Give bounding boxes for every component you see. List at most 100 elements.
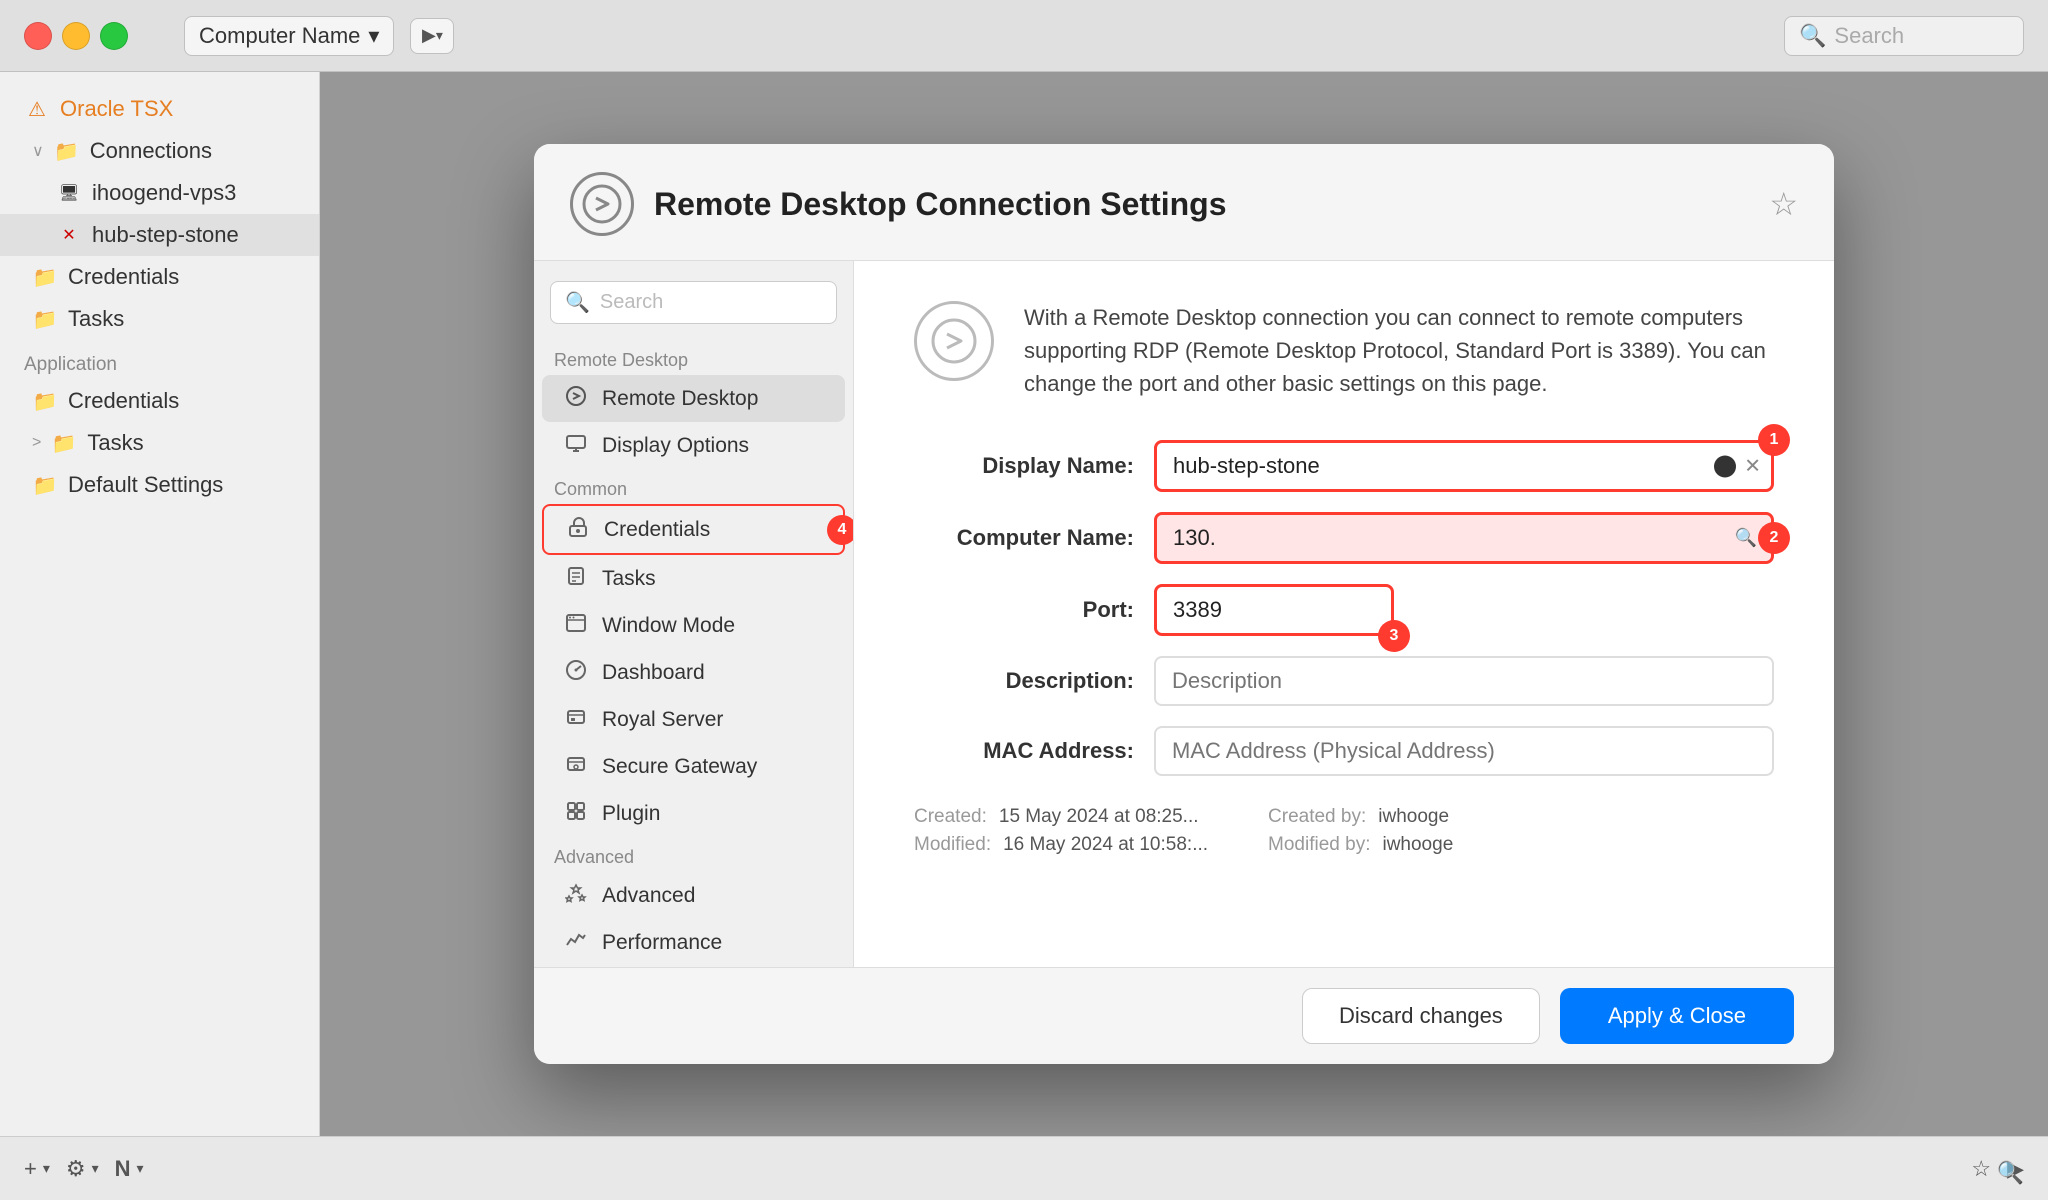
search-icon: 🔍 bbox=[1799, 23, 1826, 49]
display-options-icon bbox=[562, 432, 590, 459]
advanced-icon bbox=[562, 882, 590, 909]
secure-gateway-icon bbox=[562, 753, 590, 780]
modal-search-bar[interactable]: 🔍 Search bbox=[550, 281, 837, 324]
folder-icon: 📁 bbox=[32, 265, 58, 290]
sidebar-item-default-settings[interactable]: 📁 Default Settings bbox=[0, 464, 319, 506]
rdp-nav-icon bbox=[562, 385, 590, 412]
nav-item-dashboard[interactable]: Dashboard bbox=[542, 649, 845, 696]
sidebar-item-connections[interactable]: ∨ 📁 Connections bbox=[0, 130, 319, 172]
modified-label: Modified: bbox=[914, 834, 991, 856]
nav-label-advanced: Advanced bbox=[602, 884, 695, 908]
sidebar-item-tasks[interactable]: 📁 Tasks bbox=[0, 298, 319, 340]
nav-label-performance: Performance bbox=[602, 931, 722, 955]
modal-header: Remote Desktop Connection Settings ☆ bbox=[534, 144, 1834, 261]
modal-dialog: Remote Desktop Connection Settings ☆ 🔍 S… bbox=[534, 144, 1834, 1064]
traffic-lights bbox=[24, 22, 128, 50]
nav-item-credentials[interactable]: Credentials 4 bbox=[542, 504, 845, 555]
port-input[interactable] bbox=[1157, 587, 1391, 633]
tasks-icon bbox=[562, 565, 590, 592]
nav-label-display-options: Display Options bbox=[602, 434, 749, 458]
nav-item-redirection[interactable]: Redirection bbox=[542, 966, 845, 967]
sidebar-item-credentials-app[interactable]: 📁 Credentials bbox=[0, 380, 319, 422]
nav-item-display-options[interactable]: Display Options bbox=[542, 422, 845, 469]
sidebar-item-tasks-app[interactable]: > 📁 Tasks bbox=[0, 422, 319, 464]
chevron-icon: > bbox=[32, 434, 41, 452]
bottom-toolbar: + ▾ ⚙ ▾ N ▾ ☆ ▶ 🔍 bbox=[0, 1136, 2048, 1200]
chevron-down-icon: ▾ bbox=[436, 27, 443, 44]
discard-button[interactable]: Discard changes bbox=[1302, 988, 1540, 1044]
chevron-icon: ∨ bbox=[32, 141, 44, 161]
add-button[interactable]: + ▾ bbox=[24, 1156, 50, 1182]
nav-item-secure-gateway[interactable]: Secure Gateway bbox=[542, 743, 845, 790]
sidebar-label-oracle-tsx: Oracle TSX bbox=[60, 96, 173, 122]
created-by-value: iwhooge bbox=[1378, 806, 1449, 828]
minimize-button[interactable] bbox=[62, 22, 90, 50]
nav-item-remote-desktop[interactable]: Remote Desktop bbox=[542, 375, 845, 422]
modal-main-content: With a Remote Desktop connection you can… bbox=[854, 261, 1834, 967]
modal-title: Remote Desktop Connection Settings bbox=[654, 186, 1749, 223]
display-name-input[interactable] bbox=[1157, 443, 1771, 489]
royal-server-icon bbox=[562, 706, 590, 733]
description-label: Description: bbox=[914, 668, 1134, 694]
meta-created-col: Created: 15 May 2024 at 08:25... Modifie… bbox=[914, 806, 1208, 856]
port-row: Port: 3 bbox=[914, 584, 1774, 636]
modal-overlay: Remote Desktop Connection Settings ☆ 🔍 S… bbox=[320, 72, 2048, 1136]
bottom-search-button[interactable]: 🔍 bbox=[1997, 1160, 2024, 1186]
main-layout: ⚠ Oracle TSX ∨ 📁 Connections 🖥 ihoogend-… bbox=[0, 72, 2048, 1136]
sidebar-item-hub-step-stone[interactable]: ✕ hub-step-stone bbox=[0, 214, 319, 256]
description-row: Description: bbox=[914, 656, 1774, 706]
computer-name-dropdown[interactable]: Computer Name ▾ bbox=[184, 16, 394, 56]
computer-name-input[interactable] bbox=[1157, 515, 1771, 561]
settings-button[interactable]: ⚙ ▾ bbox=[66, 1156, 99, 1182]
sidebar-item-ihoogend-vps3[interactable]: 🖥 ihoogend-vps3 bbox=[0, 172, 319, 214]
maximize-button[interactable] bbox=[100, 22, 128, 50]
search-bar[interactable]: 🔍 Search bbox=[1784, 16, 2024, 56]
nav-item-tasks[interactable]: Tasks bbox=[542, 555, 845, 602]
play-button[interactable]: ▶ ▾ bbox=[410, 18, 454, 54]
description-input-wrap bbox=[1154, 656, 1774, 706]
modified-value: 16 May 2024 at 10:58:... bbox=[1003, 834, 1208, 856]
search-icon: 🔍 bbox=[1735, 528, 1757, 549]
chevron-down-icon: ▾ bbox=[368, 23, 379, 49]
meta-created: Created: 15 May 2024 at 08:25... bbox=[914, 806, 1208, 828]
nav-label-secure-gateway: Secure Gateway bbox=[602, 755, 757, 779]
sidebar-label-hub: hub-step-stone bbox=[92, 222, 239, 248]
nav-item-performance[interactable]: Performance bbox=[542, 919, 845, 966]
star-button[interactable]: ☆ bbox=[1971, 1156, 1991, 1182]
modal-rdp-icon bbox=[570, 172, 634, 236]
port-input-wrap: 3 bbox=[1154, 584, 1394, 636]
warning-icon: ⚠ bbox=[24, 97, 50, 122]
app-window: Computer Name ▾ ▶ ▾ 🔍 Search ⚠ Oracle TS… bbox=[0, 0, 2048, 1200]
created-value: 15 May 2024 at 08:25... bbox=[999, 806, 1199, 828]
badge-3: 3 bbox=[1378, 620, 1410, 652]
nav-item-plugin[interactable]: Plugin bbox=[542, 790, 845, 837]
meta-modified-by: Modified by: iwhooge bbox=[1268, 834, 1453, 856]
input-actions: ✕ bbox=[1714, 454, 1761, 479]
star-icon[interactable]: ☆ bbox=[1769, 185, 1798, 223]
remote-desktop-section-label: Remote Desktop bbox=[534, 340, 853, 375]
modified-by-value: iwhooge bbox=[1382, 834, 1453, 856]
apply-close-button[interactable]: Apply & Close bbox=[1560, 988, 1794, 1044]
description-input[interactable] bbox=[1154, 656, 1774, 706]
close-button[interactable] bbox=[24, 22, 52, 50]
meta-by-col: Created by: iwhooge Modified by: iwhooge bbox=[1268, 806, 1453, 856]
sidebar-item-credentials[interactable]: 📁 Credentials bbox=[0, 256, 319, 298]
form-section: Display Name: ✕ bbox=[914, 440, 1774, 776]
gear-icon: ⚙ bbox=[66, 1156, 86, 1182]
badge-1: 1 bbox=[1758, 424, 1790, 456]
sidebar-item-oracle-tsx[interactable]: ⚠ Oracle TSX bbox=[0, 88, 319, 130]
meta-section: Created: 15 May 2024 at 08:25... Modifie… bbox=[914, 806, 1774, 856]
folder-icon: 📁 bbox=[32, 389, 58, 414]
search-icon: 🔍 bbox=[1997, 1160, 2024, 1186]
nav-label-tasks: Tasks bbox=[602, 567, 656, 591]
n-button[interactable]: N ▾ bbox=[115, 1156, 144, 1182]
nav-item-royal-server[interactable]: Royal Server bbox=[542, 696, 845, 743]
clear-icon[interactable]: ✕ bbox=[1744, 454, 1761, 479]
nav-item-window-mode[interactable]: Window Mode bbox=[542, 602, 845, 649]
mac-address-input[interactable] bbox=[1154, 726, 1774, 776]
nav-label-royal-server: Royal Server bbox=[602, 708, 723, 732]
nav-item-advanced[interactable]: Advanced bbox=[542, 872, 845, 919]
monitor-icon: 🖥 bbox=[56, 183, 82, 203]
search-icon: 🔍 bbox=[565, 290, 590, 315]
badge-2: 2 bbox=[1758, 522, 1790, 554]
